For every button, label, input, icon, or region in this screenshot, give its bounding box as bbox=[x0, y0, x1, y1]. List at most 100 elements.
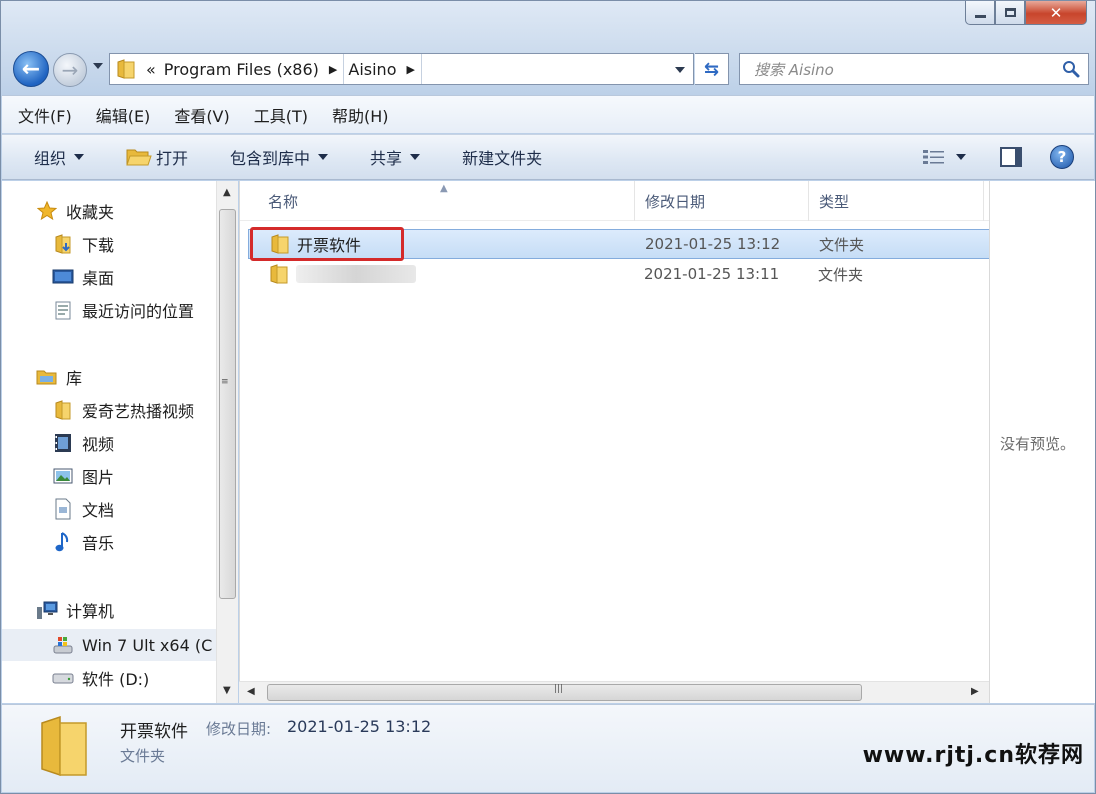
downloads-icon bbox=[52, 233, 74, 255]
music-note-icon bbox=[52, 531, 74, 553]
refresh-button[interactable]: ⇆ bbox=[695, 53, 729, 85]
scrollbar-thumb[interactable] bbox=[219, 209, 236, 599]
nav-favorites[interactable]: 收藏夹 bbox=[2, 197, 114, 225]
nav-libraries[interactable]: 库 bbox=[2, 363, 82, 391]
preview-pane: 没有预览。 bbox=[989, 181, 1095, 703]
table-row[interactable]: 2021-01-25 13:11 文件夹 bbox=[248, 259, 990, 289]
nav-item-label: 视频 bbox=[82, 435, 115, 454]
explorer-window: ✕ ← → « Program Files (x86) ▶ Aisino ▶ ⇆… bbox=[0, 0, 1096, 794]
preview-pane-icon[interactable] bbox=[1000, 147, 1022, 167]
nav-item-videos[interactable]: 视频 bbox=[2, 429, 114, 457]
breadcrumb-program-files[interactable]: Program Files (x86) bbox=[160, 54, 323, 84]
folder-icon bbox=[52, 399, 74, 421]
nav-favorites-label: 收藏夹 bbox=[66, 203, 115, 222]
drive-icon bbox=[52, 667, 74, 689]
share-button[interactable]: 共享 bbox=[370, 145, 421, 169]
nav-item-label: 最近访问的位置 bbox=[82, 302, 195, 321]
navigation-scrollbar[interactable]: ▲ ≡ ▼ bbox=[216, 181, 238, 703]
column-modified[interactable]: 修改日期 bbox=[635, 181, 809, 221]
minimize-button[interactable] bbox=[965, 1, 995, 25]
horizontal-scrollbar[interactable]: ◀ ||| ▶ bbox=[239, 681, 989, 703]
chevron-down-icon bbox=[318, 154, 329, 160]
maximize-button[interactable] bbox=[995, 1, 1025, 25]
watermark: www.rjtj.cn软荐网 bbox=[862, 743, 1084, 768]
column-name-label: 名称 bbox=[268, 192, 299, 211]
arrow-left-icon: ← bbox=[21, 56, 41, 82]
details-file-type: 文件夹 bbox=[120, 747, 166, 765]
file-name-cell bbox=[268, 263, 416, 285]
breadcrumb-separator-icon[interactable]: ▶ bbox=[323, 54, 345, 84]
file-modified: 2021-01-25 13:11 bbox=[644, 265, 780, 283]
nav-item-downloads[interactable]: 下载 bbox=[2, 230, 114, 258]
view-controls: ? bbox=[922, 145, 1074, 169]
organize-button[interactable]: 组织 bbox=[34, 145, 85, 169]
menu-edit[interactable]: 编辑(E) bbox=[96, 103, 151, 127]
view-options-dropdown[interactable] bbox=[956, 154, 966, 160]
nav-item-documents[interactable]: 文档 bbox=[2, 495, 114, 523]
details-modified-label: 修改日期: bbox=[206, 720, 272, 738]
address-dropdown[interactable] bbox=[675, 67, 685, 73]
menu-file[interactable]: 文件(F) bbox=[18, 103, 72, 127]
video-library-icon bbox=[52, 432, 74, 454]
help-icon[interactable]: ? bbox=[1050, 145, 1074, 169]
view-details-icon[interactable] bbox=[922, 148, 946, 166]
column-name[interactable]: 名称 bbox=[258, 181, 635, 221]
search-input[interactable]: 搜索 Aisino bbox=[739, 53, 1089, 85]
open-button[interactable]: 打开 bbox=[126, 145, 188, 169]
file-modified: 2021-01-25 13:12 bbox=[645, 235, 781, 253]
include-in-library-button[interactable]: 包含到库中 bbox=[230, 145, 329, 169]
nav-item-recent-places[interactable]: 最近访问的位置 bbox=[2, 296, 194, 324]
column-modified-label: 修改日期 bbox=[645, 192, 706, 211]
scroll-down-icon[interactable]: ▼ bbox=[223, 685, 231, 696]
nav-item-label: 图片 bbox=[82, 468, 115, 487]
details-file-name: 开票软件 bbox=[120, 722, 188, 742]
search-icon[interactable] bbox=[1062, 60, 1080, 78]
address-bar[interactable]: « Program Files (x86) ▶ Aisino ▶ bbox=[109, 53, 694, 85]
folder-icon bbox=[41, 715, 87, 777]
scrollbar-grip-icon: ||| bbox=[554, 684, 564, 694]
close-button[interactable]: ✕ bbox=[1025, 1, 1087, 25]
document-library-icon bbox=[52, 498, 74, 520]
nav-item-iqiyi-videos[interactable]: 爱奇艺热播视频 bbox=[2, 396, 194, 424]
scroll-up-icon[interactable]: ▲ bbox=[223, 187, 231, 198]
nav-computer-label: 计算机 bbox=[66, 602, 115, 621]
address-overflow[interactable]: « bbox=[142, 54, 160, 84]
maximize-icon bbox=[1004, 8, 1016, 17]
scrollbar-thumb[interactable] bbox=[267, 684, 862, 701]
back-button[interactable]: ← bbox=[13, 51, 49, 87]
menu-view[interactable]: 查看(V) bbox=[174, 103, 229, 127]
nav-item-pictures[interactable]: 图片 bbox=[2, 462, 114, 490]
chevron-down-icon bbox=[74, 154, 85, 160]
share-label: 共享 bbox=[370, 149, 403, 168]
arrow-right-icon: → bbox=[61, 58, 79, 82]
nav-item-desktop[interactable]: 桌面 bbox=[2, 263, 114, 291]
nav-item-label: 桌面 bbox=[82, 269, 115, 288]
menu-tools[interactable]: 工具(T) bbox=[254, 103, 308, 127]
nav-item-drive-d[interactable]: 软件 (D:) bbox=[2, 664, 149, 692]
refresh-icon: ⇆ bbox=[703, 58, 720, 80]
forward-button[interactable]: → bbox=[53, 53, 87, 87]
scroll-right-icon[interactable]: ▶ bbox=[971, 686, 979, 697]
recent-places-icon bbox=[52, 299, 74, 321]
new-folder-button[interactable]: 新建文件夹 bbox=[462, 145, 542, 169]
chevron-down-icon bbox=[410, 154, 421, 160]
breadcrumb-aisino[interactable]: Aisino bbox=[344, 54, 400, 84]
new-folder-label: 新建文件夹 bbox=[462, 149, 543, 168]
menu-bar: 文件(F) 编辑(E) 查看(V) 工具(T) 帮助(H) bbox=[2, 95, 1094, 133]
navigation-pane: 收藏夹 下载 桌面 最近访问的位置 库 爱奇艺热播视频 视频 图片 文档 音乐 … bbox=[2, 181, 216, 703]
breadcrumb-separator-icon[interactable]: ▶ bbox=[400, 54, 422, 84]
nav-item-drive-c[interactable]: Win 7 Ult x64 (C bbox=[2, 629, 216, 661]
recent-pages-dropdown[interactable] bbox=[93, 63, 103, 69]
nav-computer[interactable]: 计算机 bbox=[2, 596, 114, 624]
column-type[interactable]: 类型 bbox=[809, 181, 984, 221]
nav-item-label: 爱奇艺热播视频 bbox=[82, 402, 195, 421]
scroll-left-icon[interactable]: ◀ bbox=[247, 686, 255, 697]
file-type: 文件夹 bbox=[818, 265, 864, 284]
system-drive-icon bbox=[52, 634, 74, 656]
nav-item-music[interactable]: 音乐 bbox=[2, 528, 114, 556]
menu-help[interactable]: 帮助(H) bbox=[332, 103, 389, 127]
nav-item-label: 软件 (D:) bbox=[82, 670, 150, 689]
redacted-file-name bbox=[296, 265, 416, 283]
caption-buttons: ✕ bbox=[965, 1, 1087, 25]
nav-libraries-label: 库 bbox=[66, 369, 83, 388]
